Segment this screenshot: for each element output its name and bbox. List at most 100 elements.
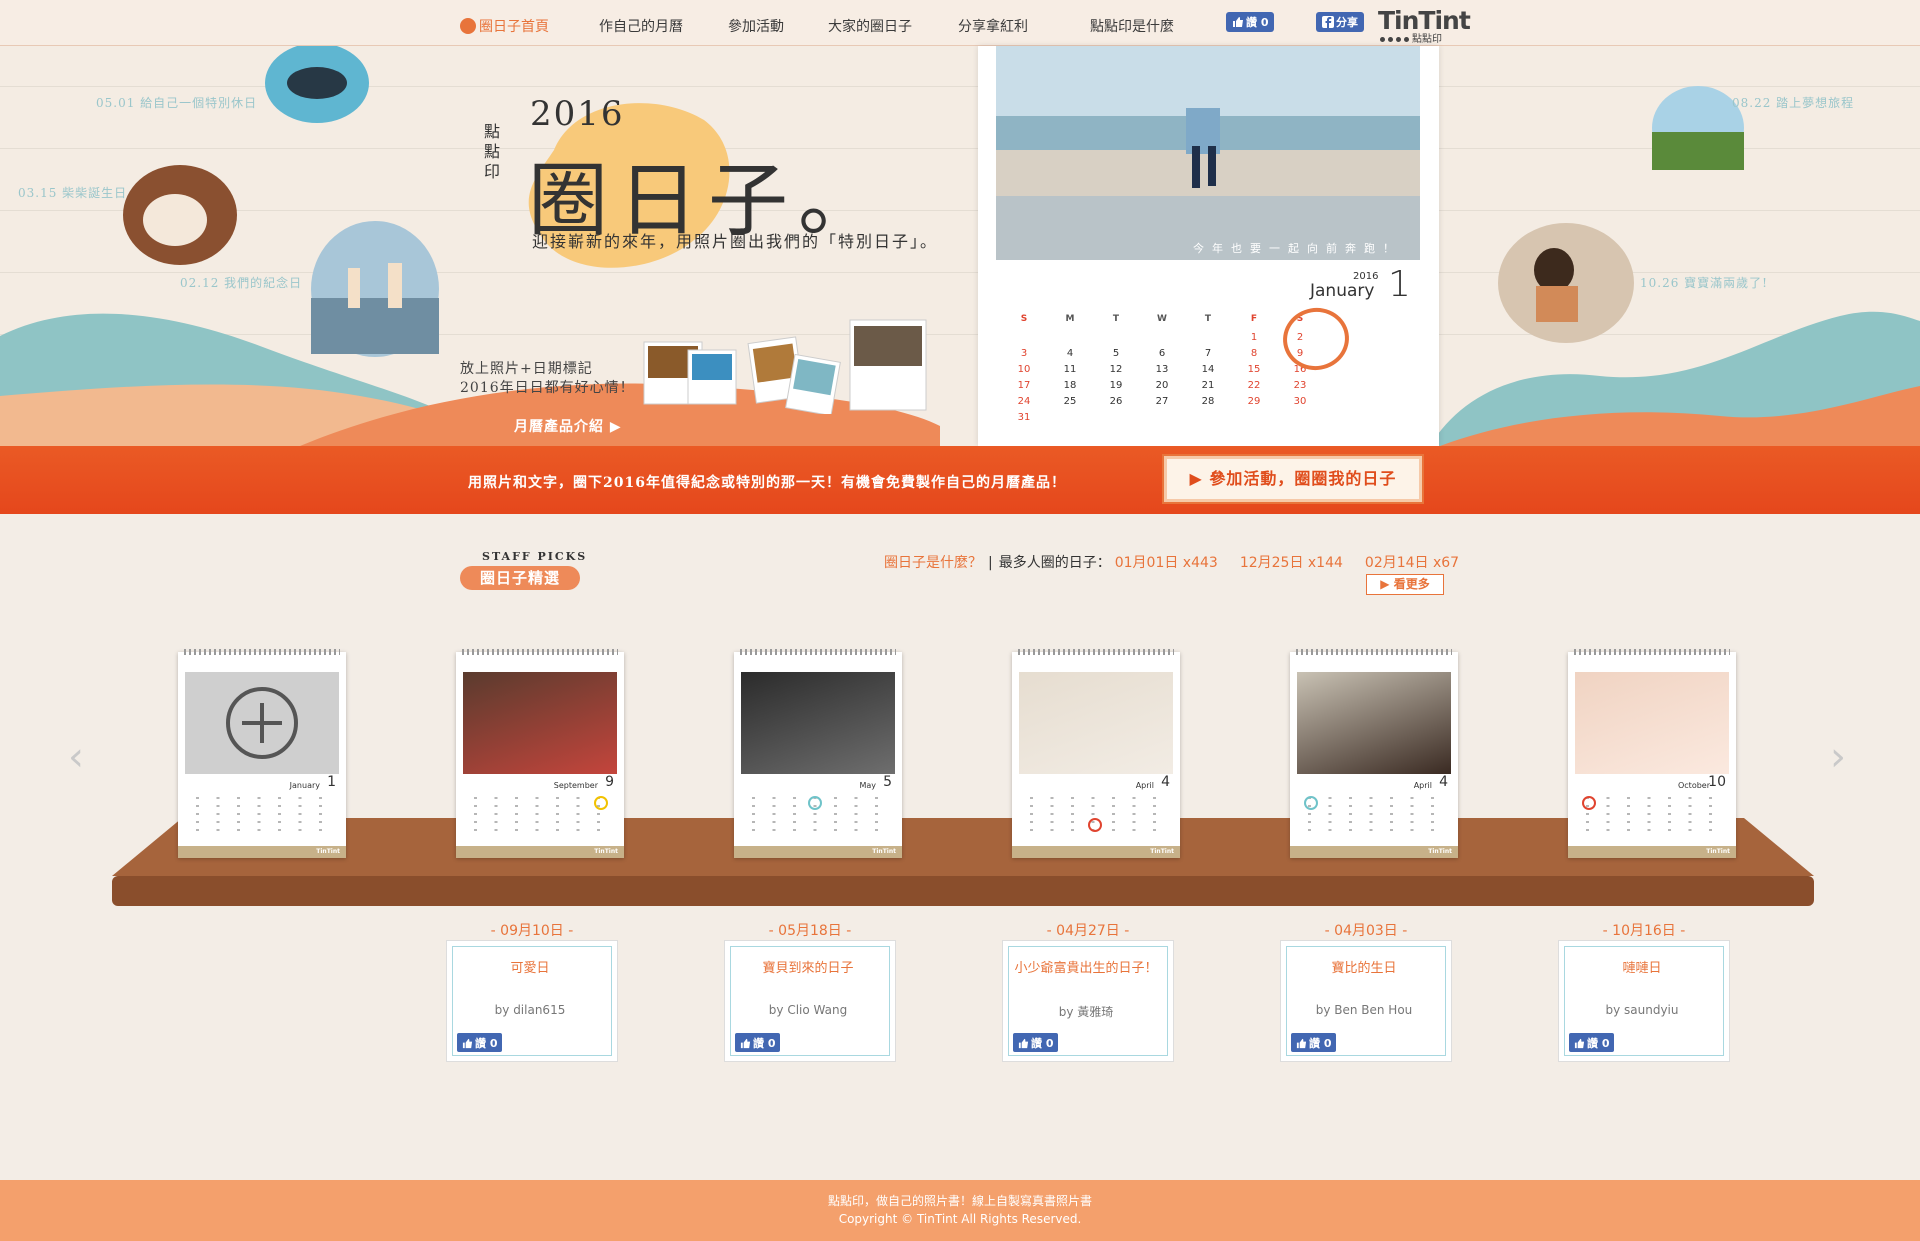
banner-text: 用照片和文字，圈下2016年值得紀念或特別的那一天！有機會免費製作自己的月曆產品… — [468, 475, 1066, 491]
popular-days: 圈日子是什麼？ | 最多人圈的日子： 01月01日 x443 12月25日 x144 02… — [884, 555, 1460, 571]
pick-title[interactable]: 嗹嗹日 — [1567, 959, 1717, 978]
pick-card[interactable]: 寶貝到來的日子 by Clio Wang 讚 0 — [724, 940, 896, 1062]
calendar-day: 1 — [1388, 264, 1411, 305]
memory-label: 10.26 寶寶滿兩歲了! — [1640, 276, 1768, 290]
mini-calendar[interactable]: May 5 TinTint — [734, 649, 902, 858]
facebook-like-button[interactable]: 讚 0 — [457, 1033, 503, 1052]
weekday-header: W — [1157, 314, 1167, 324]
calendar-date: 19 — [1109, 380, 1123, 391]
couple-beach-photo — [311, 221, 439, 357]
carousel-next-arrow[interactable]: › — [1830, 734, 1846, 780]
thumbs-up-icon — [1233, 17, 1243, 27]
thumbs-up-icon — [740, 1038, 751, 1049]
pick-card[interactable]: 寶比的生日 by Ben Ben Hou 讚 0 — [1280, 940, 1452, 1062]
mini-calendar[interactable]: April 4 TinTint — [1290, 649, 1458, 858]
nav-what-is-tintint[interactable]: 點點印是什麼 — [1090, 16, 1174, 36]
calendar-date: 1 — [1250, 332, 1258, 343]
mini-calendar[interactable]: January 1 TinTint — [178, 649, 346, 858]
calendar-photo — [1297, 672, 1451, 774]
memory-label: 03.15 柴柴誕生日 — [18, 186, 128, 200]
calendar-date: 17 — [1017, 380, 1031, 391]
mini-calendar[interactable]: September 9 TinTint — [456, 649, 624, 858]
calendar-date: 11 — [1063, 364, 1077, 375]
like-count: 讚 0 — [1587, 1037, 1610, 1050]
staff-picks-label: STAFF PICKS — [482, 550, 588, 563]
nav-home[interactable]: 圈日子首頁 — [460, 16, 549, 36]
calendar-quote: 今年也要一起向前奔跑！ — [1193, 242, 1402, 255]
calendar-date: 22 — [1247, 380, 1261, 391]
popular-day[interactable]: 01月01日 x443 — [1115, 555, 1218, 571]
pick-card[interactable]: 可愛日 by dilan615 讚 0 — [446, 940, 618, 1062]
product-intro-link[interactable]: 月曆產品介紹 ▶ — [514, 416, 622, 436]
nav-share-bonus[interactable]: 分享拿紅利 — [958, 16, 1028, 36]
calendar-photo — [463, 672, 617, 774]
nav-make-calendar[interactable]: 作自己的月曆 — [599, 16, 683, 36]
hero-section: 05.01 給自己一個特別休日 03.15 柴柴誕生日 02.12 我們的紀念日… — [0, 46, 1920, 446]
facebook-icon — [1322, 16, 1334, 28]
popular-day[interactable]: 12月25日 x144 — [1240, 555, 1343, 571]
most-circled-label: 最多人圈的日子： — [998, 555, 1111, 571]
pick-date: - 04月27日 - — [1046, 923, 1130, 939]
join-event-button[interactable]: ▶ 參加活動，圈圈我的日子 — [1164, 456, 1422, 502]
thumbs-up-icon — [1018, 1038, 1029, 1049]
calendar-photo — [741, 672, 895, 774]
nav-everyones-days[interactable]: 大家的圈日子 — [828, 16, 912, 36]
pick-card[interactable]: 小少爺富貴出生的日子！ by 黃雅琦讚 0 — [1002, 940, 1174, 1062]
calendar-photo — [1575, 672, 1729, 774]
pick-title[interactable]: 寶比的生日 — [1289, 959, 1439, 978]
wooden-shelf — [112, 818, 1814, 906]
calendar-date: 8 — [1250, 348, 1258, 359]
footer: 點點印，做自己的照片書！線上自製寫真書照片書 Copyright © TinTi… — [0, 1180, 1920, 1241]
facebook-like-button[interactable]: 讚 0 — [1226, 12, 1275, 32]
weekday-header: T — [1112, 314, 1120, 324]
hero-tagline: 放上照片+日期標記 2016年日日都有好心情！ — [460, 361, 635, 396]
calendar-date: 29 — [1247, 396, 1261, 407]
calendar-date: 3 — [1020, 348, 1028, 359]
calendar-date: 20 — [1155, 380, 1169, 391]
footer-tagline: 點點印，做自己的照片書！線上自製寫真書照片書 — [827, 1194, 1092, 1208]
pick-date: - 10月16日 - — [1602, 923, 1686, 939]
mini-month: January — [289, 781, 320, 790]
mini-day: 4 — [1161, 774, 1170, 790]
thumbs-up-icon — [1296, 1038, 1307, 1049]
mini-month: September — [553, 781, 598, 790]
calendar-date: 4 — [1066, 348, 1074, 359]
facebook-like-button[interactable]: 讚 0 — [1569, 1033, 1615, 1052]
mini-day: 4 — [1439, 774, 1448, 790]
calendar-date: 14 — [1201, 364, 1215, 375]
facebook-like-button[interactable]: 讚 0 — [1291, 1033, 1337, 1052]
like-count: 讚 0 — [475, 1037, 498, 1050]
pick-author: by 黃雅琦 — [1058, 1005, 1114, 1019]
memory-label: 02.12 我們的紀念日 — [180, 276, 303, 290]
pick-title[interactable]: 寶貝到來的日子 — [733, 959, 883, 978]
pick-title[interactable]: 小少爺富貴出生的日子！ — [1011, 959, 1161, 978]
mini-day: 9 — [605, 774, 614, 790]
facebook-like-button[interactable]: 讚 0 — [1013, 1033, 1059, 1052]
what-is-link[interactable]: 圈日子是什麼？ — [884, 555, 982, 571]
mini-day: 5 — [883, 774, 892, 790]
facebook-share-button[interactable]: 分享 — [1316, 12, 1364, 32]
facebook-like-button[interactable]: 讚 0 — [735, 1033, 781, 1052]
footer-copyright: Copyright © TinTint All Rights Reserved. — [838, 1212, 1082, 1226]
pick-author: by Clio Wang — [768, 1003, 848, 1017]
pick-card[interactable]: 嗹嗹日 by saundyiu 讚 0 — [1558, 940, 1730, 1062]
calendar-date: 18 — [1063, 380, 1077, 391]
dog-photo — [123, 165, 237, 265]
mini-calendar[interactable]: October 10 TinTint — [1568, 649, 1736, 858]
see-more-button[interactable]: ▶ 看更多 — [1366, 574, 1444, 595]
date-mark — [1304, 796, 1318, 810]
carousel-prev-arrow[interactable]: ‹ — [68, 734, 84, 780]
nav-join-event[interactable]: 參加活動 — [728, 16, 784, 36]
product-thumbnails — [643, 319, 927, 414]
pick-title[interactable]: 可愛日 — [455, 959, 605, 978]
like-count: 讚 0 — [1309, 1037, 1332, 1050]
logo-subtitle: 點點印 — [1380, 30, 1442, 45]
pick-author: by saundyiu — [1605, 1003, 1679, 1017]
calendar-date: 31 — [1017, 412, 1031, 423]
penguin-photo — [265, 46, 369, 123]
staff-picks-pill: 圈日子精選 — [460, 566, 580, 590]
popular-day[interactable]: 02月14日 x67 — [1365, 555, 1459, 571]
mini-calendar[interactable]: April 4 TinTint — [1012, 649, 1180, 858]
memory-label: 08.22 踏上夢想旅程 — [1732, 96, 1855, 110]
child-eating-photo — [1498, 223, 1634, 343]
